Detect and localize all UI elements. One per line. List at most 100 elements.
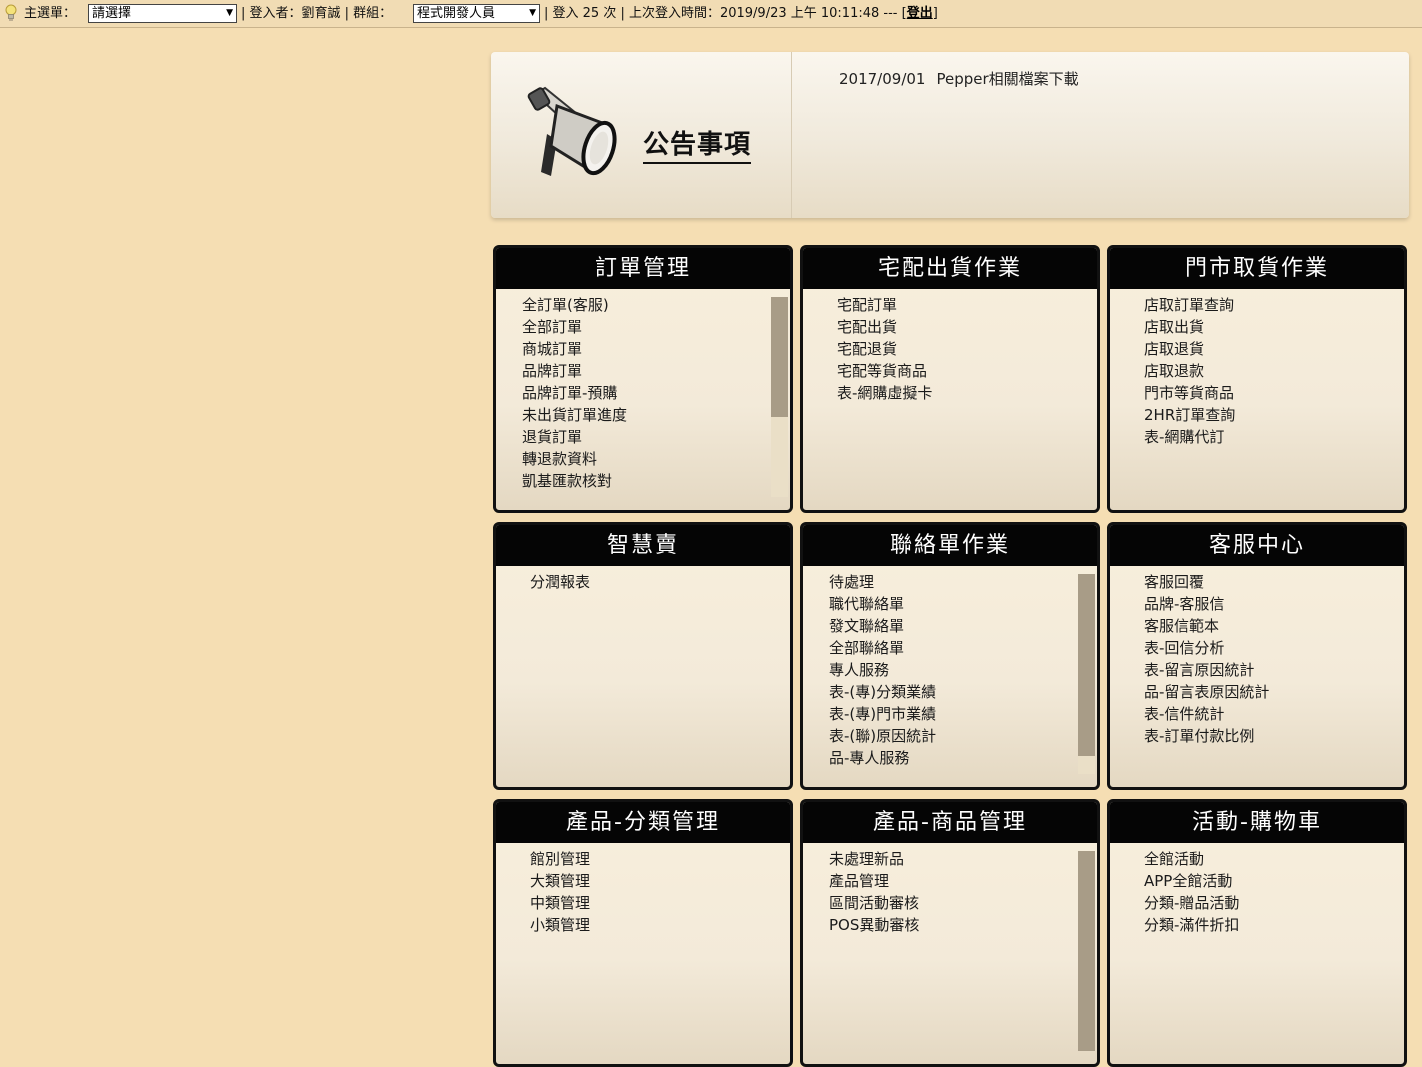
menu-item[interactable]: 退貨訂單	[522, 426, 790, 448]
scrollbar-thumb[interactable]	[1078, 574, 1095, 756]
menu-item[interactable]: 表-(專)門市業績	[829, 703, 1097, 725]
menu-item[interactable]: 表-(聯)原因統計	[829, 725, 1097, 747]
menu-item[interactable]: 宅配退貨	[837, 338, 1097, 360]
menu-item[interactable]: 客服信範本	[1144, 615, 1404, 637]
menu-item[interactable]: 表-(專)分類業績	[829, 681, 1097, 703]
menu-item[interactable]: 轉退款資料	[522, 448, 790, 470]
menu-item[interactable]: 凱基匯款核對	[522, 470, 790, 492]
panel-title: 客服中心	[1110, 525, 1404, 566]
login-info-text: | 登入 25 次 | 上次登入時間：2019/9/23 上午 10:11:48…	[544, 6, 907, 21]
chevron-down-icon: ▼	[226, 8, 233, 18]
panel-menu-list: 全館活動 APP全館活動 分類-贈品活動 分類-滿件折扣	[1110, 843, 1404, 936]
menu-item[interactable]: 店取退款	[1144, 360, 1404, 382]
menu-item[interactable]: 店取退貨	[1144, 338, 1404, 360]
menu-item[interactable]: APP全館活動	[1144, 870, 1404, 892]
menu-item[interactable]: 品牌訂單-預購	[522, 382, 790, 404]
menu-item[interactable]: 商城訂單	[522, 338, 790, 360]
menu-item[interactable]: 全部訂單	[522, 316, 790, 338]
main-menu-select[interactable]: 請選擇 ▼	[88, 4, 237, 23]
panel-menu-list: 待處理 職代聯絡單 發文聯絡單 全部聯絡單 專人服務 表-(專)分類業績 表-(…	[803, 566, 1097, 769]
megaphone-icon	[527, 86, 617, 176]
menu-item[interactable]: 大類管理	[530, 870, 790, 892]
panel-title: 智慧賣	[496, 525, 790, 566]
menu-item[interactable]: 職代聯絡單	[829, 593, 1097, 615]
menu-item[interactable]: 店取訂單查詢	[1144, 294, 1404, 316]
panel-home-delivery: 宅配出貨作業 宅配訂單 宅配出貨 宅配退貨 宅配等貨商品 表-網購虛擬卡	[800, 245, 1100, 513]
panel-title: 訂單管理	[496, 248, 790, 289]
chevron-down-icon: ▼	[529, 8, 536, 18]
menu-item[interactable]: POS異動審核	[829, 914, 1097, 936]
panel-store-pickup: 門市取貨作業 店取訂單查詢 店取出貨 店取退貨 店取退款 門市等貨商品 2HR訂…	[1107, 245, 1407, 513]
panel-menu-list: 館別管理 大類管理 中類管理 小類管理	[496, 843, 790, 936]
announcement-box: 公告事項 2017/09/01 Pepper相關檔案下載	[491, 52, 1409, 218]
logout-link[interactable]: 登出	[907, 6, 933, 21]
announcement-text: Pepper相關檔案下載	[936, 70, 1079, 88]
menu-item[interactable]: 宅配出貨	[837, 316, 1097, 338]
menu-item[interactable]: 宅配等貨商品	[837, 360, 1097, 382]
menu-item[interactable]: 未出貨訂單進度	[522, 404, 790, 426]
menu-item[interactable]: 未處理新品	[829, 848, 1097, 870]
panel-title: 產品-商品管理	[803, 802, 1097, 843]
menu-item[interactable]: 品牌-客服信	[1144, 593, 1404, 615]
login-info: | 登入 25 次 | 上次登入時間：2019/9/23 上午 10:11:48…	[544, 6, 938, 22]
menu-item[interactable]: 分類-贈品活動	[1144, 892, 1404, 914]
panel-smart-sell: 智慧賣 分潤報表	[493, 522, 793, 790]
menu-item[interactable]: 全館活動	[1144, 848, 1404, 870]
group-select[interactable]: 程式開發人員 ▼	[413, 4, 540, 23]
scrollbar-thumb[interactable]	[771, 297, 788, 417]
menu-item[interactable]: 全訂單(客服)	[522, 294, 790, 316]
menu-item[interactable]: 宅配訂單	[837, 294, 1097, 316]
menu-item[interactable]: 表-訂單付款比例	[1144, 725, 1404, 747]
menu-item[interactable]: 小類管理	[530, 914, 790, 936]
menu-item[interactable]: 分類-滿件折扣	[1144, 914, 1404, 936]
menu-item[interactable]: 產品管理	[829, 870, 1097, 892]
scrollbar[interactable]	[1078, 574, 1095, 774]
panel-menu-list: 宅配訂單 宅配出貨 宅配退貨 宅配等貨商品 表-網購虛擬卡	[803, 289, 1097, 404]
main-menu-label: 主選單：	[24, 6, 77, 21]
panel-menu-list: 店取訂單查詢 店取出貨 店取退貨 店取退款 門市等貨商品 2HR訂單查詢 表-網…	[1110, 289, 1404, 448]
announcement-title: 公告事項	[643, 128, 752, 164]
menu-item[interactable]: 門市等貨商品	[1144, 382, 1404, 404]
menu-item[interactable]: 表-信件統計	[1144, 703, 1404, 725]
group-select-value: 程式開發人員	[417, 6, 496, 21]
scrollbar[interactable]	[771, 297, 788, 497]
menu-item[interactable]: 全部聯絡單	[829, 637, 1097, 659]
menu-item[interactable]: 2HR訂單查詢	[1144, 404, 1404, 426]
panel-order-management: 訂單管理 全訂單(客服) 全部訂單 商城訂單 品牌訂單 品牌訂單-預購 未出貨訂…	[493, 245, 793, 513]
main-menu-select-value: 請選擇	[92, 6, 132, 21]
menu-item[interactable]: 店取出貨	[1144, 316, 1404, 338]
menu-item[interactable]: 待處理	[829, 571, 1097, 593]
menu-item[interactable]: 表-回信分析	[1144, 637, 1404, 659]
panel-menu-list: 全訂單(客服) 全部訂單 商城訂單 品牌訂單 品牌訂單-預購 未出貨訂單進度 退…	[496, 289, 790, 492]
menu-item[interactable]: 表-網購代訂	[1144, 426, 1404, 448]
menu-item[interactable]: 發文聯絡單	[829, 615, 1097, 637]
close-bracket: ]	[932, 6, 938, 21]
panel-title: 產品-分類管理	[496, 802, 790, 843]
lightbulb-icon	[5, 4, 17, 21]
menu-item[interactable]: 館別管理	[530, 848, 790, 870]
menu-item[interactable]: 分潤報表	[530, 571, 790, 593]
menu-item[interactable]: 品-專人服務	[829, 747, 1097, 769]
panel-menu-list: 未處理新品 產品管理 區間活動審核 POS異動審核	[803, 843, 1097, 936]
panel-title: 門市取貨作業	[1110, 248, 1404, 289]
menu-item[interactable]: 中類管理	[530, 892, 790, 914]
panel-title: 活動-購物車	[1110, 802, 1404, 843]
menu-item[interactable]: 客服回覆	[1144, 571, 1404, 593]
panel-customer-service: 客服中心 客服回覆 品牌-客服信 客服信範本 表-回信分析 表-留言原因統計 品…	[1107, 522, 1407, 790]
login-user-label: | 登入者：劉育誠 | 群組：	[241, 6, 393, 21]
panel-menu-list: 分潤報表	[496, 566, 790, 593]
panel-title: 聯絡單作業	[803, 525, 1097, 566]
menu-item[interactable]: 表-留言原因統計	[1144, 659, 1404, 681]
scrollbar-thumb[interactable]	[1078, 851, 1095, 1051]
announcement-header: 公告事項	[491, 52, 792, 218]
panel-contact-form: 聯絡單作業 待處理 職代聯絡單 發文聯絡單 全部聯絡單 專人服務 表-(專)分類…	[800, 522, 1100, 790]
announcement-item[interactable]: 2017/09/01 Pepper相關檔案下載	[839, 68, 1079, 89]
menu-item[interactable]: 品牌訂單	[522, 360, 790, 382]
menu-item[interactable]: 品-留言表原因統計	[1144, 681, 1404, 703]
menu-item[interactable]: 表-網購虛擬卡	[837, 382, 1097, 404]
menu-item[interactable]: 區間活動審核	[829, 892, 1097, 914]
panel-activity-cart: 活動-購物車 全館活動 APP全館活動 分類-贈品活動 分類-滿件折扣	[1107, 799, 1407, 1067]
panel-product-item: 產品-商品管理 未處理新品 產品管理 區間活動審核 POS異動審核	[800, 799, 1100, 1067]
scrollbar[interactable]	[1078, 851, 1095, 1051]
menu-item[interactable]: 專人服務	[829, 659, 1097, 681]
